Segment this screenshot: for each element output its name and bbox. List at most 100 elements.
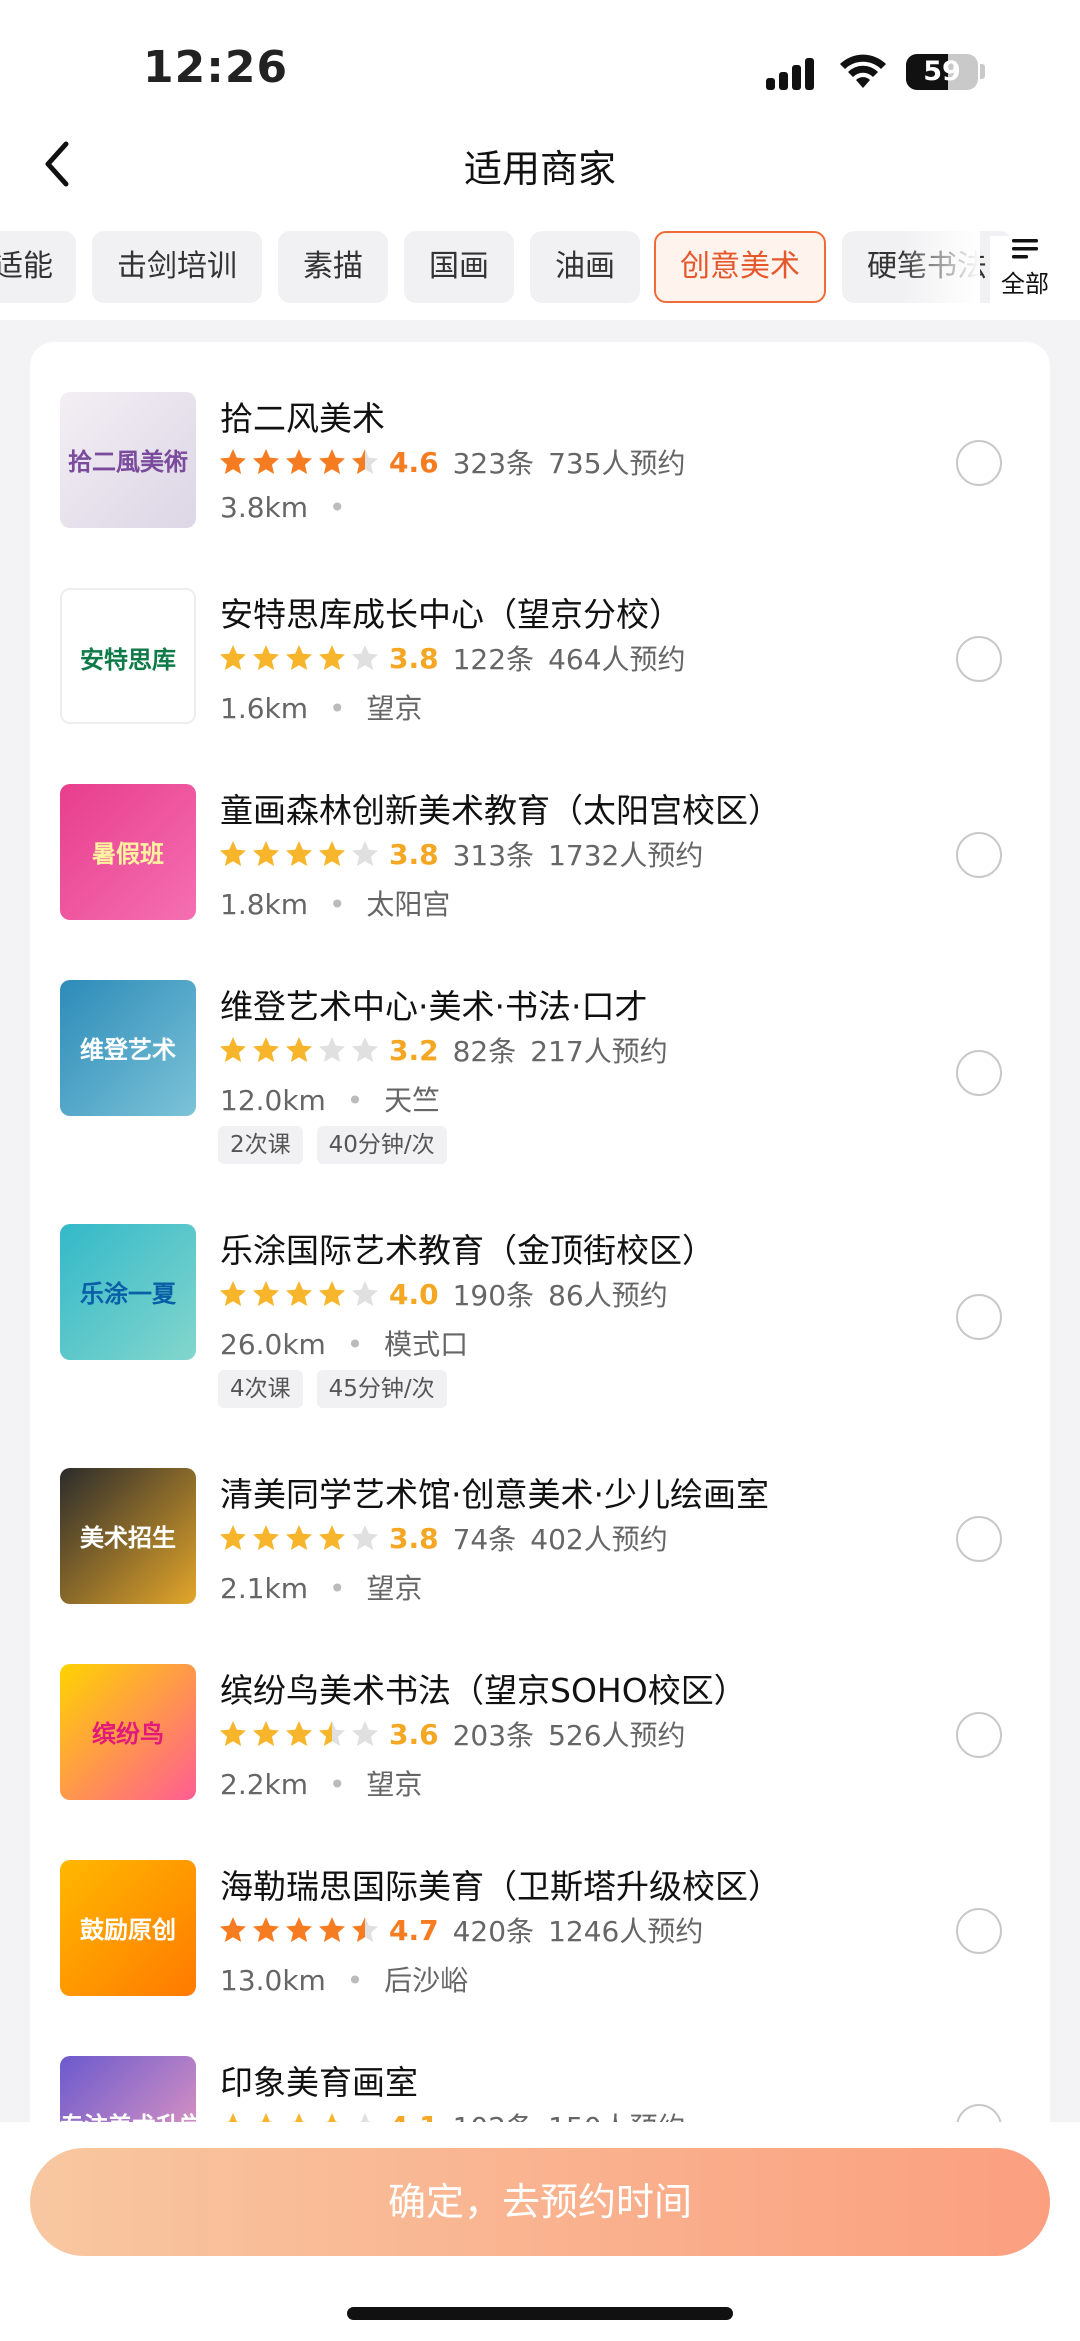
merchant-area: 太阳宫 <box>366 888 451 921</box>
star-icon <box>220 1281 246 1306</box>
tab-fitness[interactable]: 适能 <box>0 231 76 303</box>
wifi-icon <box>840 54 886 88</box>
merchant-thumbnail: 鼓励原创 <box>60 1860 196 1996</box>
tag-row: 2次课 40分钟/次 <box>218 1126 461 1164</box>
merchant-item[interactable]: 暑假班 童画森林创新美术教育（太阳宫校区） 3.8 313条 1732人预约 1… <box>30 764 1050 944</box>
star-icon <box>319 1721 345 1746</box>
star-icon <box>286 1037 312 1062</box>
rating-row: 3.2 82条 217人预约 <box>218 1030 682 1070</box>
star-icon <box>286 1281 312 1306</box>
distance-row: 1.6km • 望京 <box>220 692 423 725</box>
merchant-name: 清美同学艺术馆·创意美术·少儿绘画室 <box>220 1475 769 1514</box>
rating-row: 4.6 323条 735人预约 <box>218 442 700 482</box>
battery-level: 59 <box>923 56 961 87</box>
cellular-signal-icon <box>766 56 826 90</box>
merchant-score: 3.8 <box>389 641 439 675</box>
merchant-area: 望京 <box>366 1768 423 1801</box>
select-radio[interactable] <box>956 1516 1002 1562</box>
select-radio[interactable] <box>956 440 1002 486</box>
star-icon <box>319 1917 345 1942</box>
all-categories-label: 全部 <box>1001 270 1049 298</box>
star-icon <box>319 1037 345 1062</box>
merchant-item[interactable]: 安特思库 安特思库成长中心（望京分校） 3.8 122条 464人预约 1.6k… <box>30 568 1050 748</box>
distance-row: 13.0km • 后沙峪 <box>220 1964 469 1997</box>
merchant-thumbnail: 缤纷鸟 <box>60 1664 196 1800</box>
star-icon <box>220 645 246 670</box>
confirm-booking-button[interactable]: 确定，去预约时间 <box>30 2148 1050 2256</box>
star-icon <box>220 841 246 866</box>
merchant-area: 天竺 <box>384 1084 441 1117</box>
booking-count: 86人预约 <box>548 1279 668 1312</box>
nav-bar: 适用商家 <box>0 130 1080 230</box>
select-radio[interactable] <box>956 1294 1002 1340</box>
review-count: 420条 <box>452 1915 535 1948</box>
booking-count: 1246人预约 <box>548 1915 704 1948</box>
merchant-score: 4.6 <box>389 445 439 479</box>
star-icon <box>352 449 378 474</box>
merchant-distance: 1.6km <box>220 692 309 725</box>
tab-fencing[interactable]: 击剑培训 <box>92 231 262 303</box>
thumbnail-text: 维登艺术 <box>80 1036 176 1064</box>
merchant-distance: 12.0km <box>220 1084 326 1117</box>
merchant-name: 拾二风美术 <box>220 399 385 438</box>
thumbnail-text: 暑假班 <box>92 840 164 868</box>
star-icon <box>220 449 246 474</box>
distance-row: 1.8km • 太阳宫 <box>220 888 451 921</box>
star-icon <box>253 645 279 670</box>
distance-row: 2.2km • 望京 <box>220 1768 423 1801</box>
star-icon <box>220 1037 246 1062</box>
merchant-item[interactable]: 维登艺术 维登艺术中心·美术·书法·口才 3.2 82条 217人预约 12.0… <box>30 960 1050 1164</box>
all-categories-button[interactable]: 全部 <box>990 236 1060 316</box>
merchant-score: 4.7 <box>389 1913 439 1947</box>
thumbnail-text: 乐涂一夏 <box>80 1280 176 1308</box>
merchant-score: 3.8 <box>389 1521 439 1555</box>
select-radio[interactable] <box>956 1712 1002 1758</box>
review-count: 122条 <box>452 643 535 676</box>
star-icon <box>352 1281 378 1306</box>
review-count: 190条 <box>452 1279 535 1312</box>
star-icon <box>253 449 279 474</box>
thumbnail-text: 拾二風美術 <box>68 448 188 476</box>
merchant-item[interactable]: 鼓励原创 海勒瑞思国际美育（卫斯塔升级校区） 4.7 420条 1246人预约 … <box>30 1840 1050 2020</box>
merchant-score: 3.6 <box>389 1717 439 1751</box>
rating-row: 3.8 122条 464人预约 <box>218 638 700 678</box>
booking-count: 464人预约 <box>548 643 686 676</box>
booking-count: 402人预约 <box>530 1523 668 1556</box>
status-bar: 12:26 59 <box>0 0 1080 130</box>
select-radio[interactable] <box>956 1050 1002 1096</box>
merchant-distance: 2.1km <box>220 1572 309 1605</box>
merchant-name: 缤纷鸟美术书法（望京SOHO校区） <box>220 1671 747 1710</box>
merchant-name: 安特思库成长中心（望京分校） <box>220 595 682 634</box>
merchant-score: 3.8 <box>389 837 439 871</box>
tab-oil-painting[interactable]: 油画 <box>530 231 640 303</box>
select-radio[interactable] <box>956 832 1002 878</box>
tab-creative-art[interactable]: 创意美术 <box>654 231 826 303</box>
star-icon <box>286 1525 312 1550</box>
star-icon <box>352 1525 378 1550</box>
star-icon <box>352 645 378 670</box>
thumbnail-text: 美术招生 <box>80 1524 176 1552</box>
merchant-item[interactable]: 缤纷鸟 缤纷鸟美术书法（望京SOHO校区） 3.6 203条 526人预约 2.… <box>30 1644 1050 1824</box>
course-tag: 40分钟/次 <box>316 1126 447 1164</box>
merchant-area: 后沙峪 <box>384 1964 469 1997</box>
merchant-item[interactable]: 乐涂一夏 乐涂国际艺术教育（金顶街校区） 4.0 190条 86人预约 26.0… <box>30 1204 1050 1408</box>
review-count: 82条 <box>452 1035 517 1068</box>
status-time: 12:26 <box>143 42 289 93</box>
star-icon <box>286 449 312 474</box>
merchant-distance: 13.0km <box>220 1964 326 1997</box>
merchant-item[interactable]: 拾二風美術 拾二风美术 4.6 323条 735人预约 3.8km • <box>30 372 1050 552</box>
star-rating <box>218 447 383 477</box>
star-icon <box>220 1721 246 1746</box>
review-count: 323条 <box>452 447 535 480</box>
tab-sketch[interactable]: 素描 <box>278 231 388 303</box>
rating-row: 4.7 420条 1246人预约 <box>218 1910 717 1950</box>
review-count: 74条 <box>452 1523 517 1556</box>
merchant-name: 海勒瑞思国际美育（卫斯塔升级校区） <box>220 1867 781 1906</box>
select-radio[interactable] <box>956 1908 1002 1954</box>
category-tabs: 适能 击剑培训 素描 国画 油画 创意美术 硬笔书法 全部 <box>0 216 1080 320</box>
star-rating <box>218 1035 383 1065</box>
star-icon <box>253 1525 279 1550</box>
select-radio[interactable] <box>956 636 1002 682</box>
tab-chinese-painting[interactable]: 国画 <box>404 231 514 303</box>
merchant-item[interactable]: 美术招生 清美同学艺术馆·创意美术·少儿绘画室 3.8 74条 402人预约 2… <box>30 1448 1050 1628</box>
